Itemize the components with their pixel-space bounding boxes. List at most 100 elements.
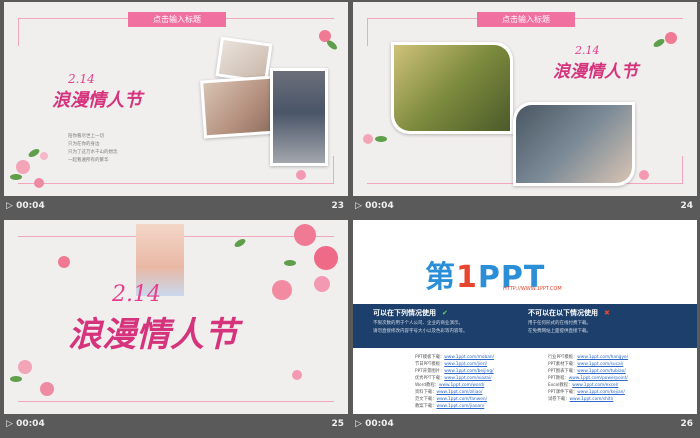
play-icon: ▷ bbox=[6, 419, 13, 429]
slide-thumbnail-24[interactable]: 点击输入标题 2.14 浪漫情人节 ▷ 00:04 24 bbox=[353, 2, 697, 218]
resource-link[interactable]: www.1ppt.com/jieri/ bbox=[444, 362, 487, 367]
transition-time: ▷ 00:04 bbox=[355, 419, 394, 429]
slide-number: 23 bbox=[331, 201, 344, 211]
leaf-decoration bbox=[284, 260, 296, 266]
leaf-decoration bbox=[375, 136, 387, 142]
logo-url: HTTP://WWW.1PPT.COM bbox=[503, 286, 562, 292]
poem-line: 只为了这万水千山的想念 bbox=[68, 150, 118, 155]
rose-decoration bbox=[665, 32, 677, 44]
forbidden-line: 在免费网站上面提供直接下载。 bbox=[528, 329, 591, 334]
resource-label: Word教程： bbox=[415, 383, 439, 388]
rose-decoration bbox=[40, 382, 54, 396]
slide-thumbnail-25[interactable]: 2.14 浪漫情人节 ▷ 00:04 25 bbox=[4, 220, 348, 436]
walking-photo bbox=[270, 68, 328, 166]
resource-link-row: PPT背景图片：www.1ppt.com/beijing/ bbox=[415, 368, 494, 375]
resource-link[interactable]: www.1ppt.com/beijing/ bbox=[444, 369, 493, 374]
rose-decoration bbox=[314, 276, 330, 292]
resource-link-row: 教案下载：www.1ppt.com/jiaoan/ bbox=[415, 403, 494, 410]
resource-link[interactable]: www.1ppt.com/powerpoint/ bbox=[569, 376, 628, 381]
rose-decoration bbox=[40, 152, 48, 160]
transition-time: ▷ 00:04 bbox=[355, 201, 394, 211]
resource-link-row: PPT教程：www.1ppt.com/powerpoint/ bbox=[548, 375, 628, 382]
resource-link[interactable]: www.1ppt.com/tubiao/ bbox=[577, 369, 625, 374]
resource-link[interactable]: www.1ppt.com/kejian/ bbox=[577, 390, 625, 395]
slide-thumbnail-26[interactable]: 第1PPT HTTP://WWW.1PPT.COM 可以在下列情况使用 ✔ 不限次… bbox=[353, 220, 697, 436]
resource-link[interactable]: www.1ppt.com/sucai/ bbox=[577, 362, 623, 367]
ring-photo bbox=[513, 102, 635, 186]
resource-link[interactable]: www.1ppt.com/xiazai/ bbox=[444, 376, 491, 381]
resource-link[interactable]: www.1ppt.com/moban/ bbox=[444, 355, 494, 360]
resource-links-left: PPT模板下载：www.1ppt.com/moban/节日PPT模板：www.1… bbox=[415, 354, 494, 410]
resource-link-row: PPT图表下载：www.1ppt.com/tubiao/ bbox=[548, 368, 628, 375]
resource-link[interactable]: www.1ppt.com/shiti/ bbox=[569, 397, 613, 402]
resource-label: PPT背景图片： bbox=[415, 369, 445, 374]
poem-line: 一起看遍所有的繁华 bbox=[68, 158, 109, 163]
play-icon: ▷ bbox=[355, 201, 362, 211]
resource-link-row: 行业PPT模板：www.1ppt.com/hangye/ bbox=[548, 354, 628, 361]
slide-preview: 第1PPT HTTP://WWW.1PPT.COM 可以在下列情况使用 ✔ 不限次… bbox=[353, 220, 697, 414]
forbidden-heading: 不可以在以下情况使用 bbox=[528, 309, 598, 317]
resource-label: 优秀PPT下载： bbox=[415, 376, 445, 381]
frame-line bbox=[367, 18, 368, 46]
resource-link[interactable]: www.1ppt.com/word/ bbox=[439, 383, 484, 388]
valentine-logo: 2.14 浪漫情人节 bbox=[68, 282, 238, 356]
slide-title-placeholder: 点击输入标题 bbox=[477, 12, 575, 27]
resource-link[interactable]: www.1ppt.com/ziliao/ bbox=[436, 390, 482, 395]
resource-label: Excel教程： bbox=[548, 383, 573, 388]
resource-label: 节日PPT模板： bbox=[415, 362, 445, 367]
allowed-heading: 可以在下列情况使用 bbox=[373, 309, 436, 317]
frame-line bbox=[682, 156, 683, 184]
logo-text: 浪漫情人节 bbox=[52, 90, 142, 111]
resource-link-row: 范文下载：www.1ppt.com/fanwen/ bbox=[415, 396, 494, 403]
leaf-decoration bbox=[10, 174, 22, 180]
slide-preview: 点击输入标题 2.14 浪漫情人节 陪你看尽世上一切 只为在你的身边 只为了这万… bbox=[4, 2, 348, 196]
resource-link[interactable]: www.1ppt.com/fanwen/ bbox=[436, 397, 487, 402]
resource-label: PPT课件下载： bbox=[548, 390, 578, 395]
rose-decoration bbox=[292, 370, 302, 380]
cross-icon: ✖ bbox=[604, 309, 610, 317]
rose-decoration bbox=[363, 134, 373, 144]
rose-decoration bbox=[34, 178, 44, 188]
resource-label: PPT素材下载： bbox=[548, 362, 578, 367]
resource-link[interactable]: www.1ppt.com/excel/ bbox=[572, 383, 618, 388]
slide-meta: ▷ 00:04 25 bbox=[4, 416, 348, 434]
rose-decoration bbox=[639, 170, 649, 180]
slide-number: 24 bbox=[680, 201, 693, 211]
resource-link[interactable]: www.1ppt.com/hangye/ bbox=[577, 355, 628, 360]
resource-link[interactable]: www.1ppt.com/jiaoan/ bbox=[436, 404, 484, 409]
poem-line: 陪你看尽世上一切 bbox=[68, 134, 104, 139]
slide-thumbnail-23[interactable]: 点击输入标题 2.14 浪漫情人节 陪你看尽世上一切 只为在你的身边 只为了这万… bbox=[4, 2, 348, 218]
leaf-decoration bbox=[10, 376, 22, 382]
slide-meta: ▷ 00:04 23 bbox=[4, 198, 348, 216]
hands-photo bbox=[200, 75, 278, 139]
rose-decoration bbox=[18, 360, 32, 374]
allowed-usage: 可以在下列情况使用 ✔ 不限次数的用于个人公司、企业的商业演示。 请勿直接修改内容… bbox=[373, 308, 533, 334]
usage-terms-band: 可以在下列情况使用 ✔ 不限次数的用于个人公司、企业的商业演示。 请勿直接修改内容… bbox=[353, 304, 697, 348]
resource-link-row: 资料下载：www.1ppt.com/ziliao/ bbox=[415, 389, 494, 396]
slide-preview: 2.14 浪漫情人节 bbox=[4, 220, 348, 414]
valentine-logo: 2.14 浪漫情人节 bbox=[52, 72, 142, 112]
resource-link-row: 优秀PPT下载：www.1ppt.com/xiazai/ bbox=[415, 375, 494, 382]
resource-label: 教案下载： bbox=[415, 404, 437, 409]
resource-label: 范文下载： bbox=[415, 397, 437, 402]
resource-label: PPT模板下载： bbox=[415, 355, 445, 360]
resource-label: PPT教程： bbox=[548, 376, 569, 381]
allowed-line: 请勿直接修改内容字号大小以及色彩等内容等。 bbox=[373, 329, 468, 334]
logo-text: 浪漫情人节 bbox=[68, 315, 238, 355]
slide-meta: ▷ 00:04 24 bbox=[353, 198, 697, 216]
slide-title-placeholder: 点击输入标题 bbox=[128, 12, 226, 27]
resource-links-right: 行业PPT模板：www.1ppt.com/hangye/PPT素材下载：www.… bbox=[548, 354, 628, 403]
transition-time: ▷ 00:04 bbox=[6, 419, 45, 429]
poem-line: 只为在你的身边 bbox=[68, 142, 100, 147]
resource-label: 资料下载： bbox=[415, 390, 437, 395]
leaf-decoration bbox=[27, 147, 41, 159]
play-icon: ▷ bbox=[355, 419, 362, 429]
slide-preview: 点击输入标题 2.14 浪漫情人节 bbox=[353, 2, 697, 196]
leaf-decoration bbox=[325, 38, 339, 52]
valentine-logo: 2.14 浪漫情人节 bbox=[553, 44, 638, 82]
rose-decoration bbox=[294, 224, 316, 246]
logo-date: 2.14 bbox=[68, 72, 95, 86]
resource-link-row: 试卷下载：www.1ppt.com/shiti/ bbox=[548, 396, 628, 403]
resource-link-row: PPT模板下载：www.1ppt.com/moban/ bbox=[415, 354, 494, 361]
slide-number: 25 bbox=[331, 419, 344, 429]
